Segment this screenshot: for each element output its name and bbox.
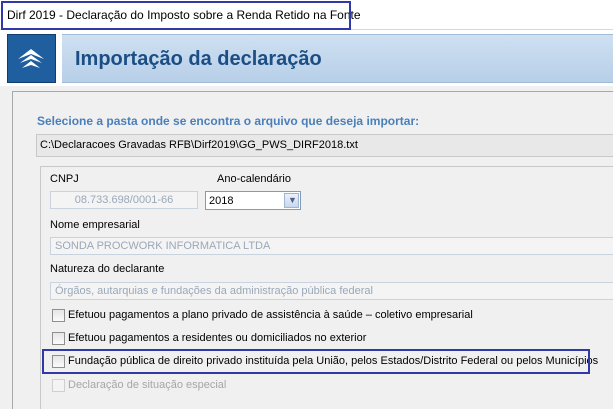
company-name-field: SONDA PROCWORK INFORMATICA LTDA xyxy=(50,237,613,255)
chevron-down-icon[interactable]: ▼ xyxy=(284,193,299,208)
header-band: Importação da declaração xyxy=(62,34,613,83)
year-select-value: 2018 xyxy=(209,195,234,207)
page-header: Importação da declaração xyxy=(0,31,613,86)
foreign-payments-label: Efetuou pagamentos a residentes ou domic… xyxy=(68,332,367,344)
title-highlight-box xyxy=(1,1,351,30)
import-prompt: Selecione a pasta onde se encontra o arq… xyxy=(37,114,420,128)
nature-field: Órgãos, autarquias e fundações da admini… xyxy=(50,282,613,300)
health-plan-label: Efetuou pagamentos a plano privado de as… xyxy=(68,309,473,321)
special-situation-checkbox xyxy=(52,379,65,392)
company-name-label: Nome empresarial xyxy=(50,219,140,231)
cnpj-label: CNPJ xyxy=(50,173,79,185)
page-title: Importação da declaração xyxy=(75,48,322,70)
receita-federal-logo-icon xyxy=(7,34,56,83)
special-situation-label: Declaração de situação especial xyxy=(68,379,227,391)
option-highlight-box xyxy=(42,349,590,374)
health-plan-checkbox[interactable] xyxy=(52,309,65,322)
file-path-field[interactable]: C:\Declaracoes Gravadas RFB\Dirf2019\GG_… xyxy=(36,134,613,157)
year-label: Ano-calendário xyxy=(217,173,291,185)
cnpj-field: 08.733.698/0001-66 xyxy=(50,191,198,209)
foreign-payments-checkbox[interactable] xyxy=(52,332,65,345)
nature-label: Natureza do declarante xyxy=(50,263,165,275)
year-select[interactable]: 2018 ▼ xyxy=(205,191,301,210)
